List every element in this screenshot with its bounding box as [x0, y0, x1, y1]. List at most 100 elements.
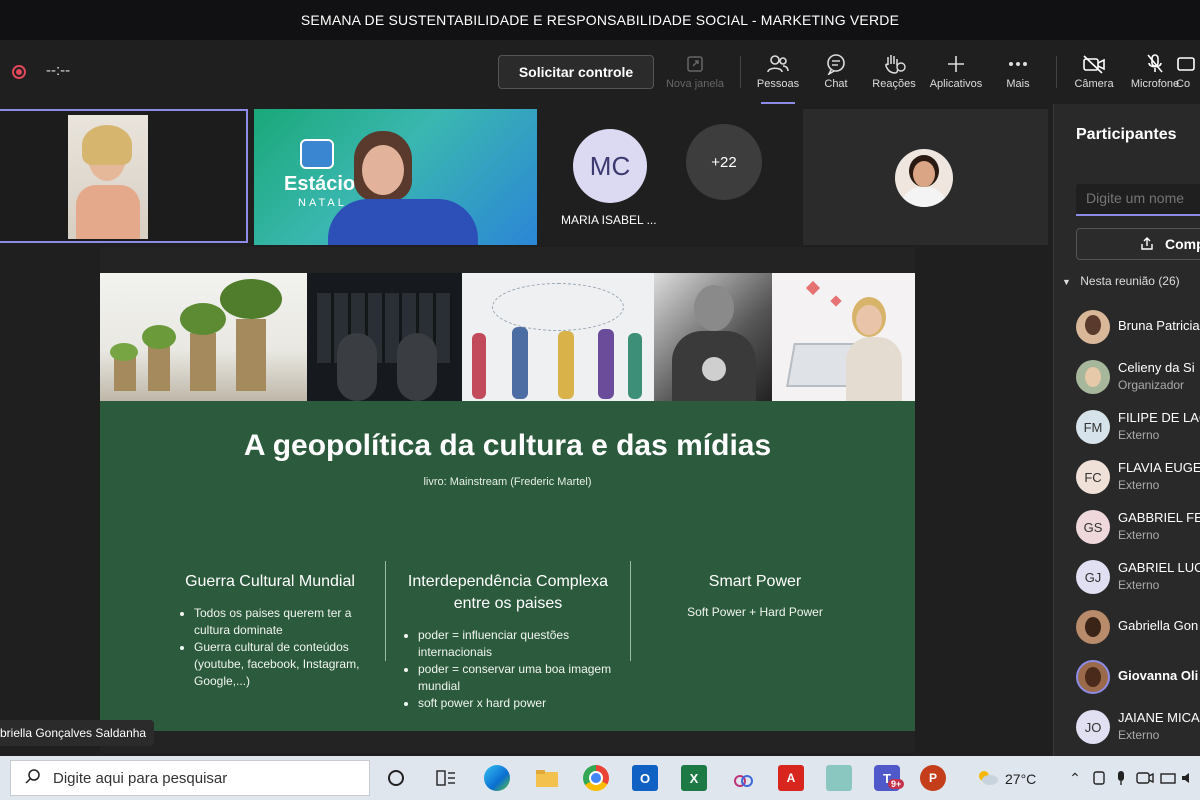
meeting-stage: Estácio NATAL MC MARIA ISABEL ... +22 A … — [0, 104, 1053, 756]
participant-name: JAIANE MICA — [1118, 710, 1200, 725]
more-button[interactable]: Mais — [987, 50, 1049, 98]
toolbar-divider — [740, 56, 741, 88]
participant-role: Externo — [1118, 528, 1160, 542]
participant-name: GABRIEL LUC — [1118, 560, 1200, 575]
chevron-up-icon[interactable]: ⌃ — [1062, 765, 1088, 791]
video-tile-avatar[interactable] — [803, 109, 1048, 245]
shared-slide: A geopolítica da cultura e das mídias li… — [100, 247, 915, 753]
presenter-name-tag: briella Gonçalves Saldanha — [0, 720, 155, 746]
people-button[interactable]: Pessoas — [747, 50, 809, 104]
request-control-button[interactable]: Solicitar controle — [498, 55, 654, 89]
share-icon — [1139, 236, 1155, 255]
avatar — [1076, 660, 1110, 694]
panel-title: Participantes — [1076, 126, 1177, 143]
chat-label: Chat — [824, 78, 848, 90]
video-tile-maria-isabel[interactable]: MC MARIA ISABEL ... — [541, 109, 661, 245]
more-participants-button[interactable]: +22 — [686, 124, 762, 200]
estacio-brand: Estácio — [284, 173, 356, 195]
edge-icon[interactable] — [484, 765, 510, 791]
video-tile-estacio[interactable]: Estácio NATAL — [254, 109, 537, 245]
raise-hand-icon — [882, 50, 906, 78]
microphone-tray-icon[interactable] — [1108, 765, 1134, 791]
list-item: Guerra cultural de conteúdos (youtube, f… — [194, 639, 364, 690]
participant-row[interactable]: Gabriella Gon — [1076, 606, 1200, 646]
participant-row[interactable]: JO JAIANE MICA Externo — [1076, 706, 1200, 746]
mic-off-icon — [1145, 50, 1165, 78]
participant-name: Bruna Patricia — [1118, 318, 1200, 333]
chat-button[interactable]: Chat — [805, 50, 867, 98]
search-icon — [25, 768, 41, 788]
avatar: FC — [1076, 460, 1110, 494]
camera-button[interactable]: Câmera — [1063, 50, 1125, 98]
taskbar-search[interactable]: Digite aqui para pesquisar — [10, 760, 370, 796]
list-item: poder = influenciar questões internacion… — [418, 627, 616, 661]
participant-search-input[interactable] — [1076, 184, 1200, 212]
video-tile-speaker[interactable] — [0, 109, 248, 243]
app-icon[interactable] — [826, 765, 852, 791]
acrobat-icon[interactable]: A — [778, 765, 804, 791]
slide-subtitle: livro: Mainstream (Frederic Martel) — [423, 476, 592, 488]
widgets-icon[interactable] — [433, 765, 459, 791]
participant-role: Externo — [1118, 578, 1160, 592]
slide-title: A geopolítica da cultura e das mídias — [243, 429, 772, 462]
meeting-timer: --:-- — [46, 62, 71, 79]
volume-icon[interactable] — [1178, 765, 1198, 791]
microphone-label: Microfone — [1130, 78, 1180, 90]
recording-icon — [12, 65, 26, 79]
participant-role: Externo — [1118, 428, 1160, 442]
participant-search-box[interactable] — [1076, 184, 1200, 216]
teams-icon[interactable]: T 9+ — [874, 765, 905, 791]
participant-name: Celieny da Si — [1118, 360, 1195, 375]
participant-row[interactable]: FC FLAVIA EUGE Externo — [1076, 456, 1200, 496]
chat-icon — [825, 50, 847, 78]
participant-name: GABBRIEL FE — [1118, 510, 1200, 525]
outlook-icon[interactable]: O — [632, 765, 658, 791]
photo-people-network — [462, 273, 654, 401]
task-view-icon[interactable] — [383, 765, 409, 791]
reactions-label: Reações — [872, 78, 916, 90]
participant-row[interactable]: Celieny da Si Organizador — [1076, 356, 1200, 396]
teams-badge: 9+ — [888, 779, 905, 789]
photo-superhero-man — [654, 273, 772, 401]
avatar — [1076, 360, 1110, 394]
slide-divider — [630, 561, 631, 661]
participant-row[interactable]: Giovanna Oli — [1076, 656, 1200, 696]
new-window-icon — [685, 50, 705, 78]
chrome-icon[interactable] — [583, 765, 609, 791]
participant-name: FILIPE DE LAC — [1118, 410, 1200, 425]
share-invite-button[interactable]: Comp — [1076, 228, 1200, 260]
avatar — [895, 149, 953, 207]
slide-photo-strip — [100, 273, 915, 401]
participant-row[interactable]: GS GABBRIEL FE Externo — [1076, 506, 1200, 546]
weather-widget[interactable]: 27°C — [975, 768, 1036, 789]
share-content-label: Co — [1176, 78, 1191, 90]
participant-video — [68, 115, 148, 239]
list-item: Todos os paises querem ter a cultura dom… — [194, 605, 364, 639]
list-item: poder = conservar uma boa imagem mundial — [418, 661, 616, 695]
meeting-toolbar: --:-- Solicitar controle Nova janela Pes… — [0, 40, 1200, 104]
people-icon — [766, 50, 790, 78]
powerpoint-icon[interactable]: P — [920, 765, 946, 791]
cloud-sun-icon — [975, 768, 999, 789]
reactions-button[interactable]: Reações — [863, 50, 925, 98]
participant-initials: MC — [573, 129, 647, 203]
participant-row[interactable]: FM FILIPE DE LAC Externo — [1076, 406, 1200, 446]
new-window-button[interactable]: Nova janela — [664, 50, 726, 98]
photo-plants-coins — [100, 273, 307, 401]
column-heading: Smart Power — [708, 573, 802, 590]
participant-row[interactable]: GJ GABRIEL LUC Externo — [1076, 556, 1200, 596]
share-content-button[interactable]: Co — [1176, 50, 1200, 98]
participants-panel: Participantes Comp ▼ Nesta reunião (26) … — [1053, 104, 1200, 756]
in-meeting-section-header[interactable]: ▼ Nesta reunião (26) — [1062, 274, 1180, 288]
slide-divider — [385, 561, 386, 661]
estacio-logo-icon — [300, 139, 334, 169]
excel-icon[interactable]: X — [681, 765, 707, 791]
camera-tray-icon[interactable] — [1132, 765, 1158, 791]
column-text: Soft Power + Hard Power — [687, 605, 823, 619]
file-explorer-icon[interactable] — [534, 765, 560, 791]
participant-row[interactable]: Bruna Patricia — [1076, 306, 1200, 346]
avatar — [1076, 310, 1110, 344]
apps-button[interactable]: Aplicativos — [925, 50, 987, 98]
windows-taskbar: Digite aqui para pesquisar O X A T 9+ P … — [0, 756, 1200, 800]
snipping-tool-icon[interactable] — [730, 765, 756, 791]
